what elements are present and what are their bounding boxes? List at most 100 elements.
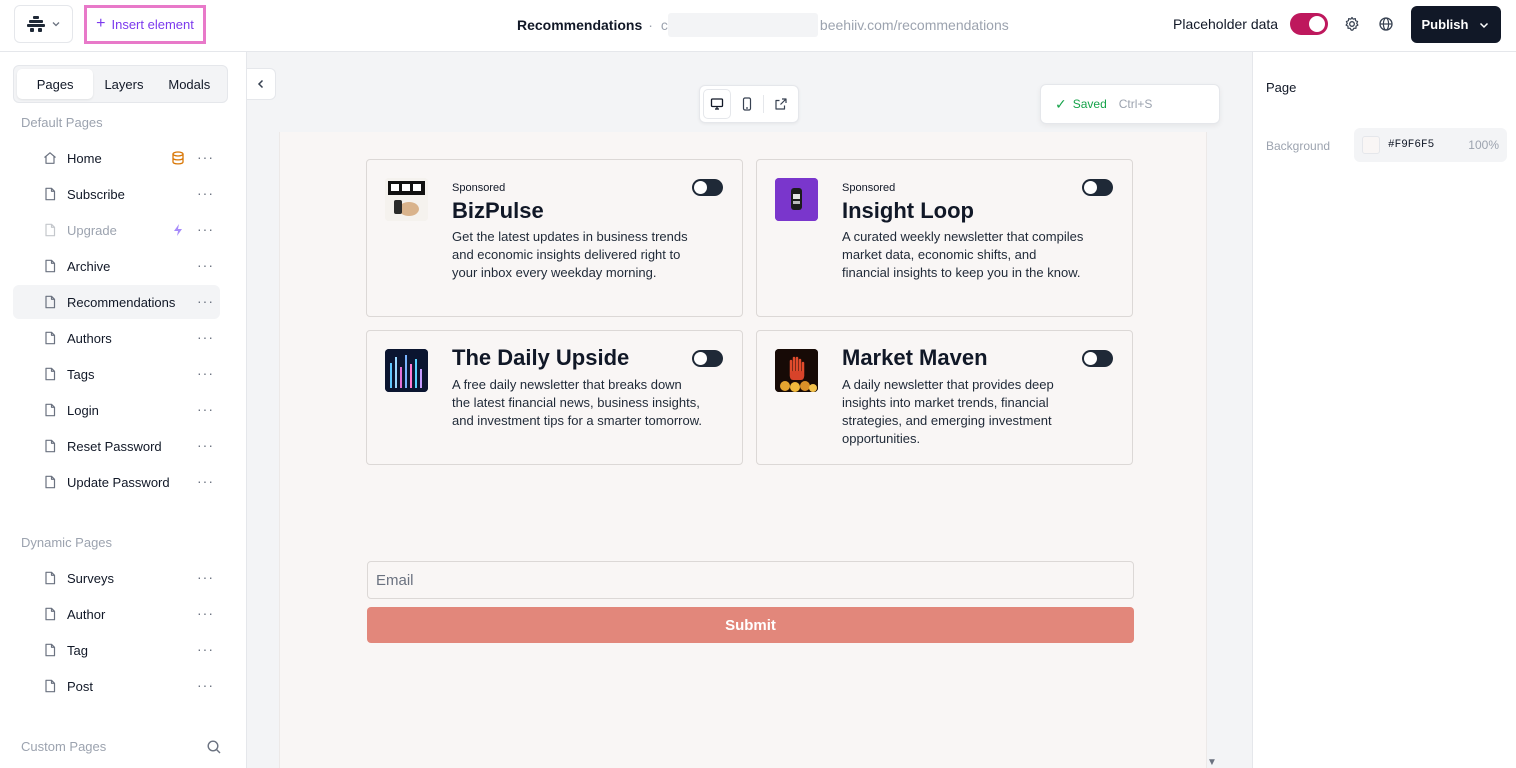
more-options-icon[interactable]: ···: [197, 641, 214, 657]
dynamic-pages-heading: Dynamic Pages: [21, 535, 113, 550]
file-icon: [45, 643, 56, 657]
newsletter-description: A daily newsletter that provides deep in…: [842, 377, 1054, 446]
recommendation-toggle[interactable]: [1082, 350, 1113, 367]
recommendation-toggle[interactable]: [1082, 179, 1113, 196]
toggle-knob: [694, 181, 707, 194]
saved-label: Saved: [1072, 97, 1107, 111]
background-color-field[interactable]: #F9F6F5 100%: [1354, 128, 1507, 162]
search-icon[interactable]: [206, 739, 222, 755]
sidebar-item-upgrade[interactable]: Upgrade ···: [13, 213, 220, 247]
recommendation-card: Market Maven A daily newsletter that pro…: [756, 330, 1133, 465]
sidebar-item-home[interactable]: Home ···: [13, 141, 220, 175]
sidebar-item-label: Reset Password: [67, 439, 162, 454]
default-pages-heading: Default Pages: [21, 115, 103, 130]
sidebar-item-surveys[interactable]: Surveys ···: [13, 561, 220, 595]
database-icon: [172, 151, 184, 165]
tab-modals[interactable]: Modals: [155, 69, 224, 99]
submit-button[interactable]: Submit: [367, 607, 1134, 643]
sidebar-item-label: Post: [67, 679, 94, 694]
mobile-preview-button[interactable]: [734, 90, 760, 118]
page-url[interactable]: beehiiv.com/recommendations: [820, 17, 1009, 33]
more-options-icon[interactable]: ···: [197, 257, 214, 273]
file-icon: [45, 607, 56, 621]
sidebar-item-subscribe[interactable]: Subscribe ···: [13, 177, 220, 211]
top-bar: + Insert element Recommendations · c bee…: [0, 0, 1516, 52]
background-opacity: 100%: [1468, 138, 1499, 152]
workspace-menu-button[interactable]: [14, 5, 73, 43]
file-icon: [45, 295, 56, 309]
publish-button[interactable]: Publish: [1411, 6, 1501, 43]
more-options-icon[interactable]: ···: [197, 401, 214, 417]
more-options-icon[interactable]: ···: [197, 677, 214, 693]
newsletter-description: Get the latest updates in business trend…: [452, 229, 688, 280]
sidebar-item-label: Home: [67, 151, 102, 166]
desktop-preview-button[interactable]: [704, 90, 730, 118]
newsletter-title: Insight Loop: [842, 198, 974, 223]
background-hex: #F9F6F5: [1388, 139, 1435, 151]
newsletter-thumbnail: [775, 349, 818, 392]
sidebar-item-tags[interactable]: Tags ···: [13, 357, 220, 391]
collapse-sidebar-button[interactable]: [247, 68, 276, 100]
globe-icon: [1379, 17, 1393, 31]
more-options-icon[interactable]: ···: [197, 149, 214, 165]
more-options-icon[interactable]: ···: [197, 365, 214, 381]
more-options-icon[interactable]: ···: [197, 437, 214, 453]
newsletter-title: BizPulse: [452, 198, 544, 223]
recommendation-toggle[interactable]: [692, 350, 723, 367]
recommendation-card: Sponsored Insight Loop A curated weekly …: [756, 159, 1133, 317]
check-icon: ✓: [1055, 95, 1067, 112]
recommendation-toggle[interactable]: [692, 179, 723, 196]
sidebar-item-update-password[interactable]: Update Password ···: [13, 465, 220, 499]
more-options-icon[interactable]: ···: [197, 605, 214, 621]
sidebar-item-label: Tag: [67, 643, 88, 658]
sidebar-item-label: Upgrade: [67, 223, 117, 238]
scroll-down-icon[interactable]: ▼: [1207, 757, 1217, 768]
tab-pages[interactable]: Pages: [17, 69, 94, 99]
tab-layers[interactable]: Layers: [93, 69, 154, 99]
more-options-icon[interactable]: ···: [197, 329, 214, 345]
beehiiv-logo-icon: [26, 16, 45, 32]
mobile-icon: [742, 97, 751, 111]
sidebar-item-tag[interactable]: Tag ···: [13, 633, 220, 667]
more-options-icon[interactable]: ···: [197, 293, 214, 309]
more-options-icon[interactable]: ···: [197, 185, 214, 201]
insert-element-button[interactable]: + Insert element: [84, 5, 206, 44]
more-options-icon[interactable]: ···: [197, 569, 214, 585]
newsletter-description: A free daily newsletter that breaks down…: [452, 377, 702, 428]
editor-canvas: Sponsored BizPulse Get the latest update…: [247, 52, 1252, 768]
page-title: Recommendations: [517, 17, 643, 33]
file-icon: [45, 403, 56, 417]
more-options-icon[interactable]: ···: [197, 221, 214, 237]
sponsored-label: Sponsored: [842, 182, 896, 194]
more-options-icon[interactable]: ···: [197, 473, 214, 489]
toggle-knob: [1309, 16, 1325, 32]
placeholder-data-label: Placeholder data: [1173, 16, 1279, 32]
placeholder-data-toggle[interactable]: [1290, 13, 1328, 35]
home-icon: [44, 152, 56, 164]
panel-title: Page: [1266, 80, 1297, 95]
sidebar-item-reset-password[interactable]: Reset Password ···: [13, 429, 220, 463]
sidebar-item-post[interactable]: Post ···: [13, 669, 220, 703]
custom-pages-heading: Custom Pages: [21, 739, 107, 754]
sidebar-item-author[interactable]: Author ···: [13, 597, 220, 631]
sidebar-item-authors[interactable]: Authors ···: [13, 321, 220, 355]
file-icon: [45, 367, 56, 381]
recommendation-card: The Daily Upside A free daily newsletter…: [366, 330, 743, 465]
sponsored-label: Sponsored: [452, 182, 506, 194]
color-swatch[interactable]: [1362, 136, 1380, 154]
file-icon: [45, 475, 56, 489]
sidebar-item-archive[interactable]: Archive ···: [13, 249, 220, 283]
settings-button[interactable]: [1343, 15, 1361, 33]
device-preview-toolbar: [699, 85, 799, 123]
globe-button[interactable]: [1377, 15, 1395, 33]
sidebar-item-label: Login: [67, 403, 99, 418]
open-preview-button[interactable]: [768, 90, 794, 118]
toggle-knob: [694, 352, 707, 365]
sidebar-item-recommendations[interactable]: Recommendations ···: [13, 285, 220, 319]
toggle-knob: [1084, 181, 1097, 194]
email-field[interactable]: Email: [367, 561, 1134, 599]
file-icon: [45, 259, 56, 273]
sidebar-item-login[interactable]: Login ···: [13, 393, 220, 427]
properties-panel: Page Background #F9F6F5 100%: [1252, 52, 1516, 768]
file-icon: [45, 439, 56, 453]
